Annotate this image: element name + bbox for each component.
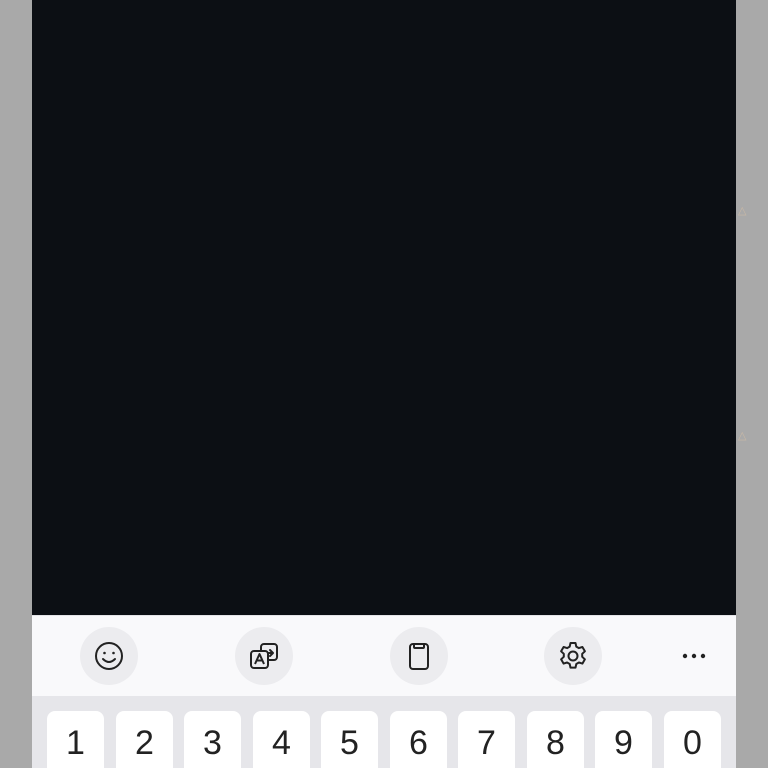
gear-icon — [560, 642, 586, 669]
more-horizontal-icon — [682, 653, 706, 659]
number-row: 1 2 3 4 5 6 7 8 9 0 — [32, 696, 736, 768]
key-5[interactable]: 5 — [321, 711, 378, 768]
key-8[interactable]: 8 — [527, 711, 584, 768]
clipboard-icon — [409, 643, 429, 670]
clipboard-button[interactable] — [390, 627, 448, 685]
key-3[interactable]: 3 — [184, 711, 241, 768]
key-0[interactable]: 0 — [664, 711, 721, 768]
key-7[interactable]: 7 — [458, 711, 515, 768]
key-4[interactable]: 4 — [253, 711, 310, 768]
key-1[interactable]: 1 — [47, 711, 104, 768]
emoji-button[interactable] — [80, 627, 138, 685]
settings-button[interactable] — [544, 627, 602, 685]
phone-screen: 1 2 3 4 5 6 7 8 9 0 — [32, 0, 736, 768]
key-6[interactable]: 6 — [390, 711, 447, 768]
key-2[interactable]: 2 — [116, 711, 173, 768]
more-button[interactable] — [665, 627, 723, 685]
edge-triangle-icon: △ — [738, 205, 747, 217]
edge-triangle-icon: △ — [738, 430, 747, 442]
emoji-icon — [95, 642, 123, 670]
translate-button[interactable] — [235, 627, 293, 685]
key-9[interactable]: 9 — [595, 711, 652, 768]
translate-icon — [250, 643, 278, 669]
keyboard-toolbar — [32, 615, 736, 697]
content-area — [32, 0, 736, 615]
